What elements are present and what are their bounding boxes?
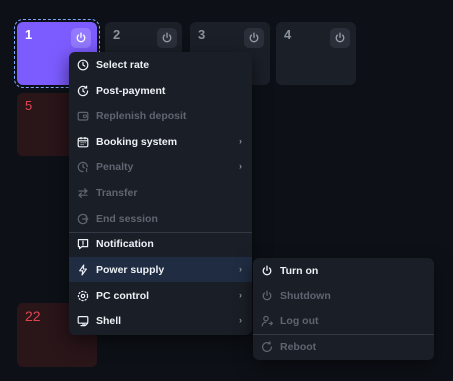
power-icon[interactable] (157, 28, 177, 48)
context-menu: Select rate Post-payment Replenish depos… (69, 52, 252, 335)
menu-item-label: Power supply (96, 263, 165, 276)
submenu-item-label: Reboot (280, 340, 317, 353)
menu-item-label: Select rate (96, 58, 150, 71)
gear-icon (76, 289, 90, 303)
menu-item-booking-system[interactable]: Booking system › (69, 129, 252, 154)
power-supply-submenu: Turn on Shutdown Log out Reboot (253, 258, 434, 360)
submenu-item-reboot[interactable]: Reboot (253, 334, 434, 359)
menu-item-label: Penalty (96, 160, 134, 173)
tile-number: 1 (25, 27, 33, 42)
submenu-item-label: Turn on (280, 264, 319, 277)
power-icon[interactable] (71, 28, 91, 48)
menu-item-shell[interactable]: Shell › (69, 308, 252, 333)
message-icon (76, 237, 90, 251)
user-logout-icon (260, 314, 274, 328)
wallet-icon (76, 109, 90, 123)
reboot-icon (260, 340, 274, 354)
menu-item-post-payment[interactable]: Post-payment (69, 78, 252, 103)
tile-number: 4 (284, 27, 292, 42)
pc-tile-4[interactable]: 4 (276, 22, 356, 85)
chevron-right-icon: › (239, 161, 242, 171)
chevron-right-icon: › (239, 264, 242, 274)
submenu-item-label: Log out (280, 314, 319, 327)
menu-item-pc-control[interactable]: PC control › (69, 283, 252, 308)
exit-icon (76, 212, 90, 226)
menu-item-replenish-deposit[interactable]: Replenish deposit (69, 103, 252, 128)
chevron-right-icon: › (239, 315, 242, 325)
submenu-item-log-out[interactable]: Log out (253, 308, 434, 333)
lightning-icon (76, 263, 90, 277)
menu-item-power-supply[interactable]: Power supply › (69, 257, 252, 282)
chevron-right-icon: › (239, 290, 242, 300)
calendar-icon (76, 135, 90, 149)
menu-item-penalty[interactable]: Penalty › (69, 154, 252, 179)
clock-icon (76, 58, 90, 72)
menu-item-select-rate[interactable]: Select rate (69, 52, 252, 77)
menu-item-notification[interactable]: Notification (69, 231, 252, 256)
power-icon (260, 289, 274, 303)
menu-item-label: Notification (96, 237, 154, 250)
monitor-icon (76, 314, 90, 328)
tile-number: 22 (25, 308, 41, 324)
menu-item-end-session[interactable]: End session (69, 206, 252, 231)
submenu-item-shutdown[interactable]: Shutdown (253, 283, 434, 308)
menu-item-transfer[interactable]: Transfer (69, 180, 252, 205)
menu-item-label: Replenish deposit (96, 109, 187, 122)
power-icon[interactable] (244, 28, 264, 48)
menu-item-label: Post-payment (96, 84, 166, 97)
submenu-item-turn-on[interactable]: Turn on (253, 258, 434, 283)
menu-item-label: Shell (96, 314, 122, 327)
menu-item-label: Transfer (96, 186, 138, 199)
menu-item-label: End session (96, 212, 158, 225)
tile-number: 3 (198, 27, 206, 42)
power-icon[interactable] (330, 28, 350, 48)
clock-alert-icon (76, 160, 90, 174)
tile-number: 2 (113, 27, 121, 42)
submenu-item-label: Shutdown (280, 289, 331, 302)
menu-item-label: PC control (96, 289, 150, 302)
clock-arrow-icon (76, 84, 90, 98)
tile-number: 5 (25, 98, 33, 113)
menu-item-label: Booking system (96, 135, 178, 148)
power-icon (260, 264, 274, 278)
transfer-icon (76, 186, 90, 200)
chevron-right-icon: › (239, 136, 242, 146)
